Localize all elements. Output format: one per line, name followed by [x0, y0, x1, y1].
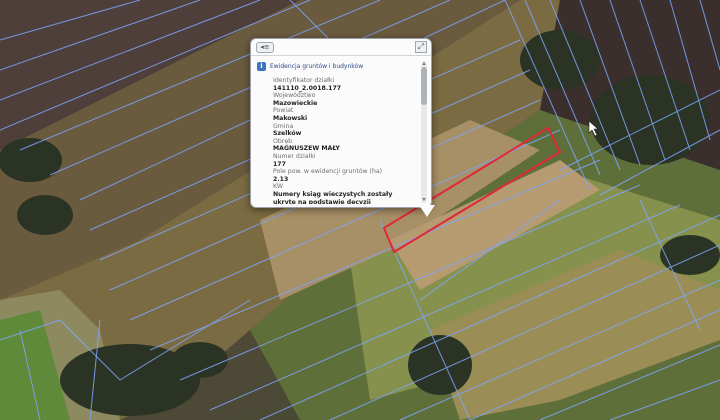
parcel-attributes-list: Identyfikator działki 141110_2.0018.177 … [257, 77, 417, 204]
popup-header: i Ewidencja gruntów i budynków [257, 59, 417, 73]
info-icon: i [257, 61, 266, 71]
close-icon[interactable]: ⤢ [415, 41, 427, 53]
field-label-identifier: Identyfikator działki [273, 77, 335, 84]
field-label-voivodeship: Województwo [273, 92, 316, 100]
field-value-commune: Szelków [273, 130, 302, 138]
field-value-parcel-number: 177 [273, 160, 286, 168]
field-value-area: 2.13 [273, 175, 289, 183]
field-label-kw: KW [273, 183, 283, 191]
field-label-parcel-number: Numer działki [273, 152, 316, 160]
field-label-area: Pole pow. w ewidencji gruntów (ha) [273, 168, 383, 176]
popup-scrollbar[interactable]: ▴ ▾ [421, 61, 427, 203]
field-label-county: Powiat [273, 107, 294, 115]
field-value-precinct: MAGNUSZEW MAŁY [273, 145, 340, 153]
popup-content: i Ewidencja gruntów i budynków Identyfik… [257, 59, 417, 204]
popup-toolbar: ◂≡ ⤢ [251, 39, 431, 56]
back-arrow-icon[interactable]: ◂≡ [256, 42, 274, 53]
field-label-precinct: Obręb [273, 137, 293, 145]
field-value-kw: Numery ksiąg wieczystych zostały ukryte … [273, 190, 393, 204]
popup-title: Ewidencja gruntów i budynków [270, 62, 364, 70]
scrollbar-thumb[interactable] [421, 67, 427, 105]
scroll-down-icon[interactable]: ▾ [421, 197, 427, 203]
field-value-county: Makowski [273, 114, 308, 122]
field-value-voivodeship: Mazowieckie [273, 99, 318, 107]
parcel-info-popup: ◂≡ ⤢ i Ewidencja gruntów i budynków Iden… [250, 38, 435, 217]
